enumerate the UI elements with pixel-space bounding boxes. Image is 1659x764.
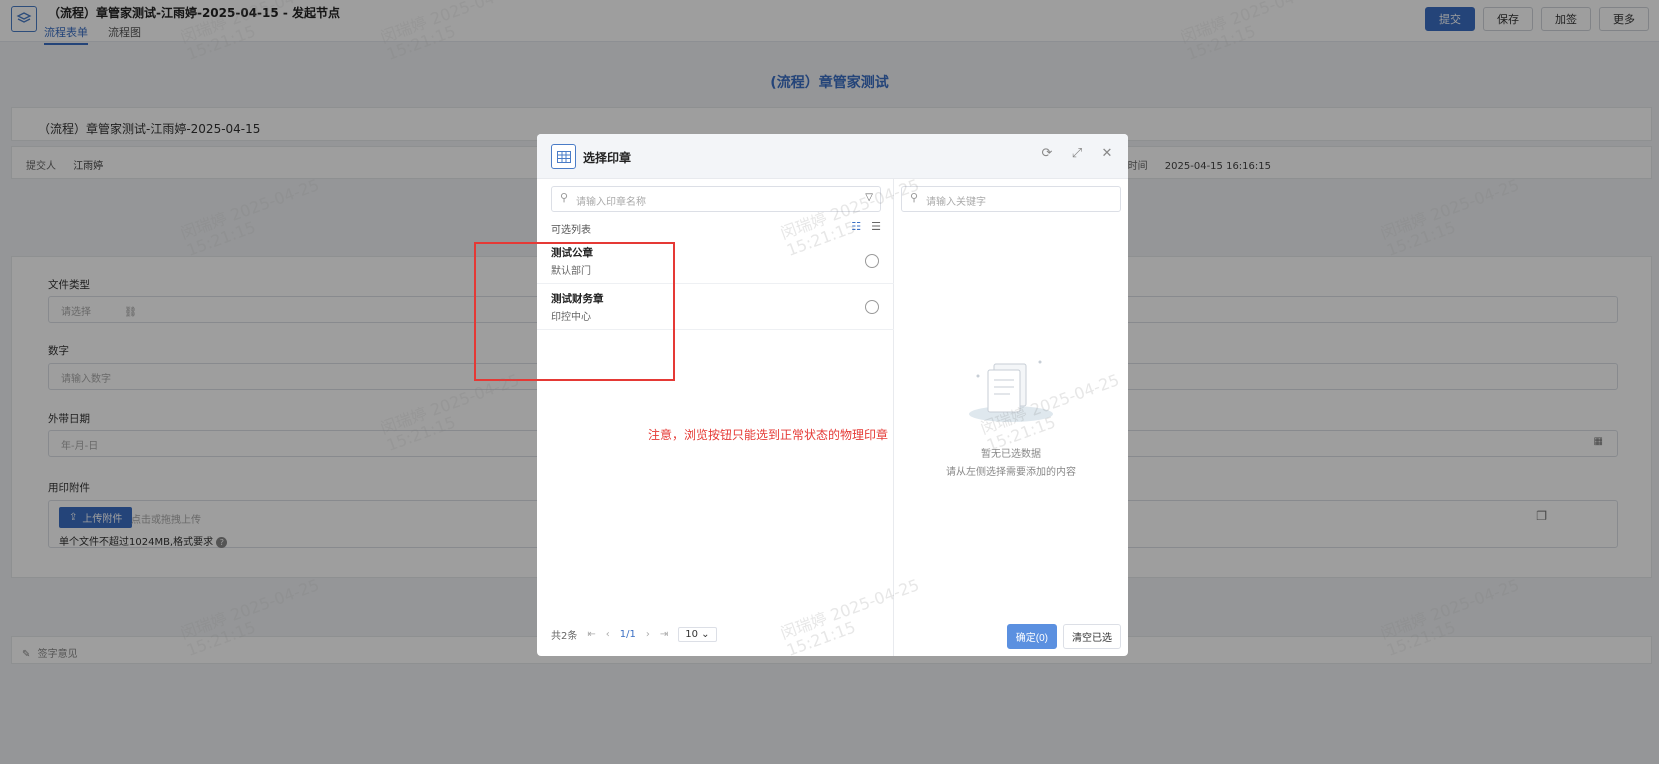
page-size-select[interactable]: 10 ⌄ [678,627,717,642]
dialog-actions: 确定(0) 清空已选 [1006,624,1121,649]
list-caption: 可选列表 [551,225,591,236]
clear-selected-button[interactable]: 清空已选 [1063,624,1121,649]
seal-radio[interactable] [865,300,879,314]
seal-radio[interactable] [865,254,879,268]
filter-icon[interactable]: ▽ [865,192,873,203]
next-page-icon[interactable]: › [646,629,650,640]
empty-title: 暂无已选数据 [981,449,1041,460]
seal-search-input[interactable]: ⚲ 请输入印章名称 ▽ [551,186,881,212]
checklist-view-icon[interactable]: ☷ [851,220,861,233]
table-icon [551,144,576,169]
pager-total: 共2条 [551,631,578,642]
confirm-button[interactable]: 确定(0) [1006,624,1057,649]
last-page-icon[interactable]: ⇥ [660,629,668,640]
select-seal-dialog: 选择印章 ⟳ ⤢ ✕ ⚲ 请输入印章名称 ▽ 可选列表 ☷ ☰ 测试公章 默认部… [537,134,1128,656]
selected-pane: ⚲ 请输入关键字 暂无已选数据 请从左侧选择需要添加的内容 确定(0) 清空已选 [894,179,1128,656]
annotation-box [474,242,675,381]
search-icon: ⚲ [910,191,919,204]
list-view-icon[interactable]: ☰ [871,220,881,233]
dialog-tools: ⟳ ⤢ ✕ [1040,146,1114,161]
pager-current: 1/1 [619,629,636,640]
page-size-value: 10 [685,629,698,640]
dialog-title: 选择印章 [583,151,632,165]
first-page-icon[interactable]: ⇤ [587,629,595,640]
prev-page-icon[interactable]: ‹ [606,629,610,640]
seal-search-placeholder: 请输入印章名称 [576,197,646,208]
search-icon: ⚲ [560,191,569,204]
keyword-search-input[interactable]: ⚲ 请输入关键字 [901,186,1121,212]
dialog-header: 选择印章 ⟳ ⤢ ✕ [537,134,1128,179]
empty-subtitle: 请从左侧选择需要添加的内容 [946,467,1076,478]
annotation-note: 注意，浏览按钮只能选到正常状态的物理印章 [648,428,889,442]
empty-state-icon [969,360,1053,422]
maximize-icon[interactable]: ⤢ [1070,146,1084,161]
keyword-placeholder: 请输入关键字 [926,197,986,208]
pagination: 共2条 ⇤ ‹ 1/1 › ⇥ 10 ⌄ [551,627,717,642]
view-toggle: ☷ ☰ [851,220,881,233]
refresh-icon[interactable]: ⟳ [1040,146,1054,161]
close-icon[interactable]: ✕ [1100,146,1114,161]
